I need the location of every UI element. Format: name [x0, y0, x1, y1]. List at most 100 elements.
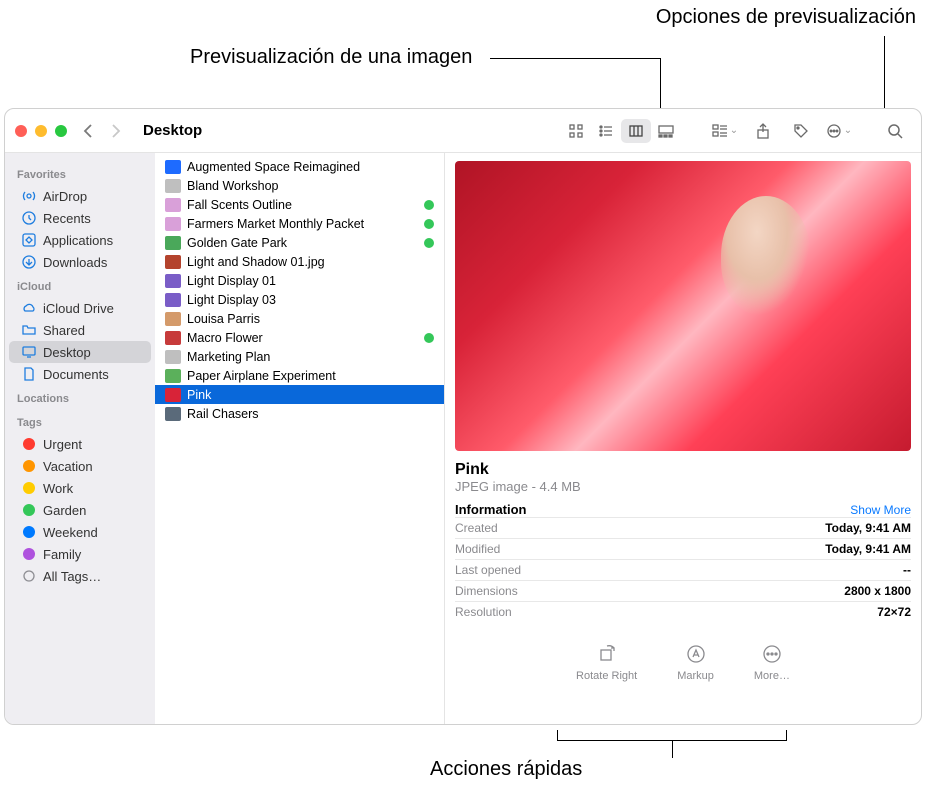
info-value: 2800 x 1800	[844, 584, 911, 598]
sidebar-item-applications[interactable]: Applications	[9, 229, 151, 251]
quick-action-rotate[interactable]: Rotate Right	[576, 642, 637, 682]
column-view-button[interactable]	[621, 119, 651, 143]
tag-dot-icon	[21, 458, 37, 474]
titlebar: Desktop	[5, 109, 921, 153]
sidebar-item-label: Desktop	[43, 345, 91, 360]
zoom-button[interactable]	[55, 125, 67, 137]
list-view-button[interactable]	[591, 119, 621, 143]
sidebar-item-label: AirDrop	[43, 189, 87, 204]
sidebar-tag-work[interactable]: Work	[9, 477, 151, 499]
file-row[interactable]: Light Display 01	[155, 271, 444, 290]
file-name: Marketing Plan	[187, 350, 434, 364]
file-row[interactable]: Marketing Plan	[155, 347, 444, 366]
file-type-icon	[165, 388, 181, 402]
share-button[interactable]	[749, 119, 777, 143]
file-type-icon	[165, 312, 181, 326]
quick-action-label: Markup	[677, 670, 714, 682]
preview-title: Pink	[455, 461, 911, 479]
file-name: Light Display 01	[187, 274, 434, 288]
quick-action-markup[interactable]: Markup	[677, 642, 714, 682]
quick-actions: Rotate Right Markup More…	[455, 642, 911, 682]
markup-icon	[681, 642, 711, 666]
traffic-lights	[15, 125, 67, 137]
file-row[interactable]: Augmented Space Reimagined	[155, 157, 444, 176]
file-type-icon	[165, 350, 181, 364]
file-name: Light and Shadow 01.jpg	[187, 255, 434, 269]
sidebar-tag-vacation[interactable]: Vacation	[9, 455, 151, 477]
file-row[interactable]: Farmers Market Monthly Packet	[155, 214, 444, 233]
file-row[interactable]: Light and Shadow 01.jpg	[155, 252, 444, 271]
location-title: Desktop	[143, 122, 202, 139]
file-type-icon	[165, 160, 181, 174]
icon-view-button[interactable]	[561, 119, 591, 143]
sidebar-section-icloud: iCloud	[5, 277, 155, 297]
file-row[interactable]: Fall Scents Outline	[155, 195, 444, 214]
sidebar-item-downloads[interactable]: Downloads	[9, 251, 151, 273]
sidebar-item-label: Urgent	[43, 437, 82, 452]
file-row[interactable]: Rail Chasers	[155, 404, 444, 423]
sidebar-tag-urgent[interactable]: Urgent	[9, 433, 151, 455]
file-row[interactable]: Pink	[155, 385, 444, 404]
sidebar-item-recents[interactable]: Recents	[9, 207, 151, 229]
sidebar-tag-weekend[interactable]: Weekend	[9, 521, 151, 543]
file-type-icon	[165, 407, 181, 421]
preview-pane: Pink JPEG image - 4.4 MB Information Sho…	[445, 153, 921, 724]
file-row[interactable]: Light Display 03	[155, 290, 444, 309]
callout-image-preview: Previsualización de una imagen	[190, 46, 472, 69]
file-row[interactable]: Bland Workshop	[155, 176, 444, 195]
info-row: Modified Today, 9:41 AM	[455, 538, 911, 559]
tag-dot-icon	[21, 436, 37, 452]
file-name: Paper Airplane Experiment	[187, 369, 434, 383]
file-tag-dot	[424, 200, 434, 210]
sidebar-tag-garden[interactable]: Garden	[9, 499, 151, 521]
sidebar-item-label: Documents	[43, 367, 109, 382]
sidebar-item-shared[interactable]: Shared	[9, 319, 151, 341]
callout-line	[490, 58, 660, 59]
sidebar-tag-all-tags-[interactable]: All Tags…	[9, 565, 151, 587]
sidebar-item-label: iCloud Drive	[43, 301, 114, 316]
sidebar-section-tags: Tags	[5, 413, 155, 433]
sidebar-item-icloud-drive[interactable]: iCloud Drive	[9, 297, 151, 319]
file-type-icon	[165, 236, 181, 250]
forward-button[interactable]	[111, 124, 133, 138]
file-type-icon	[165, 369, 181, 383]
callout-quick-actions: Acciones rápidas	[430, 758, 582, 781]
quick-action-label: Rotate Right	[576, 670, 637, 682]
info-value: 72×72	[877, 605, 911, 619]
sidebar-item-desktop[interactable]: Desktop	[9, 341, 151, 363]
search-button[interactable]	[881, 119, 909, 143]
show-more-link[interactable]: Show More	[850, 503, 911, 517]
file-name: Pink	[187, 388, 434, 402]
back-button[interactable]	[83, 124, 105, 138]
quick-action-more[interactable]: More…	[754, 642, 790, 682]
sidebar-item-label: Garden	[43, 503, 86, 518]
file-list: Augmented Space Reimagined Bland Worksho…	[155, 153, 445, 724]
sidebar-item-documents[interactable]: Documents	[9, 363, 151, 385]
file-name: Augmented Space Reimagined	[187, 160, 434, 174]
apps-icon	[21, 232, 37, 248]
file-row[interactable]: Macro Flower	[155, 328, 444, 347]
file-row[interactable]: Louisa Parris	[155, 309, 444, 328]
sidebar-item-airdrop[interactable]: AirDrop	[9, 185, 151, 207]
cloud-icon	[21, 300, 37, 316]
sidebar: Favorites AirDrop Recents Applications D…	[5, 153, 155, 724]
info-key: Created	[455, 521, 498, 535]
sidebar-item-label: Applications	[43, 233, 113, 248]
file-row[interactable]: Golden Gate Park	[155, 233, 444, 252]
info-value: Today, 9:41 AM	[825, 521, 911, 535]
close-button[interactable]	[15, 125, 27, 137]
gallery-view-button[interactable]	[651, 119, 681, 143]
tags-button[interactable]	[787, 119, 815, 143]
group-by-button[interactable]	[711, 119, 739, 143]
sidebar-tag-family[interactable]: Family	[9, 543, 151, 565]
file-name: Light Display 03	[187, 293, 434, 307]
file-name: Macro Flower	[187, 331, 418, 345]
sidebar-item-label: All Tags…	[43, 569, 101, 584]
info-row: Dimensions 2800 x 1800	[455, 580, 911, 601]
file-row[interactable]: Paper Airplane Experiment	[155, 366, 444, 385]
file-name: Rail Chasers	[187, 407, 434, 421]
action-button[interactable]	[825, 119, 853, 143]
minimize-button[interactable]	[35, 125, 47, 137]
info-row: Last opened --	[455, 559, 911, 580]
callout-line	[786, 730, 787, 740]
